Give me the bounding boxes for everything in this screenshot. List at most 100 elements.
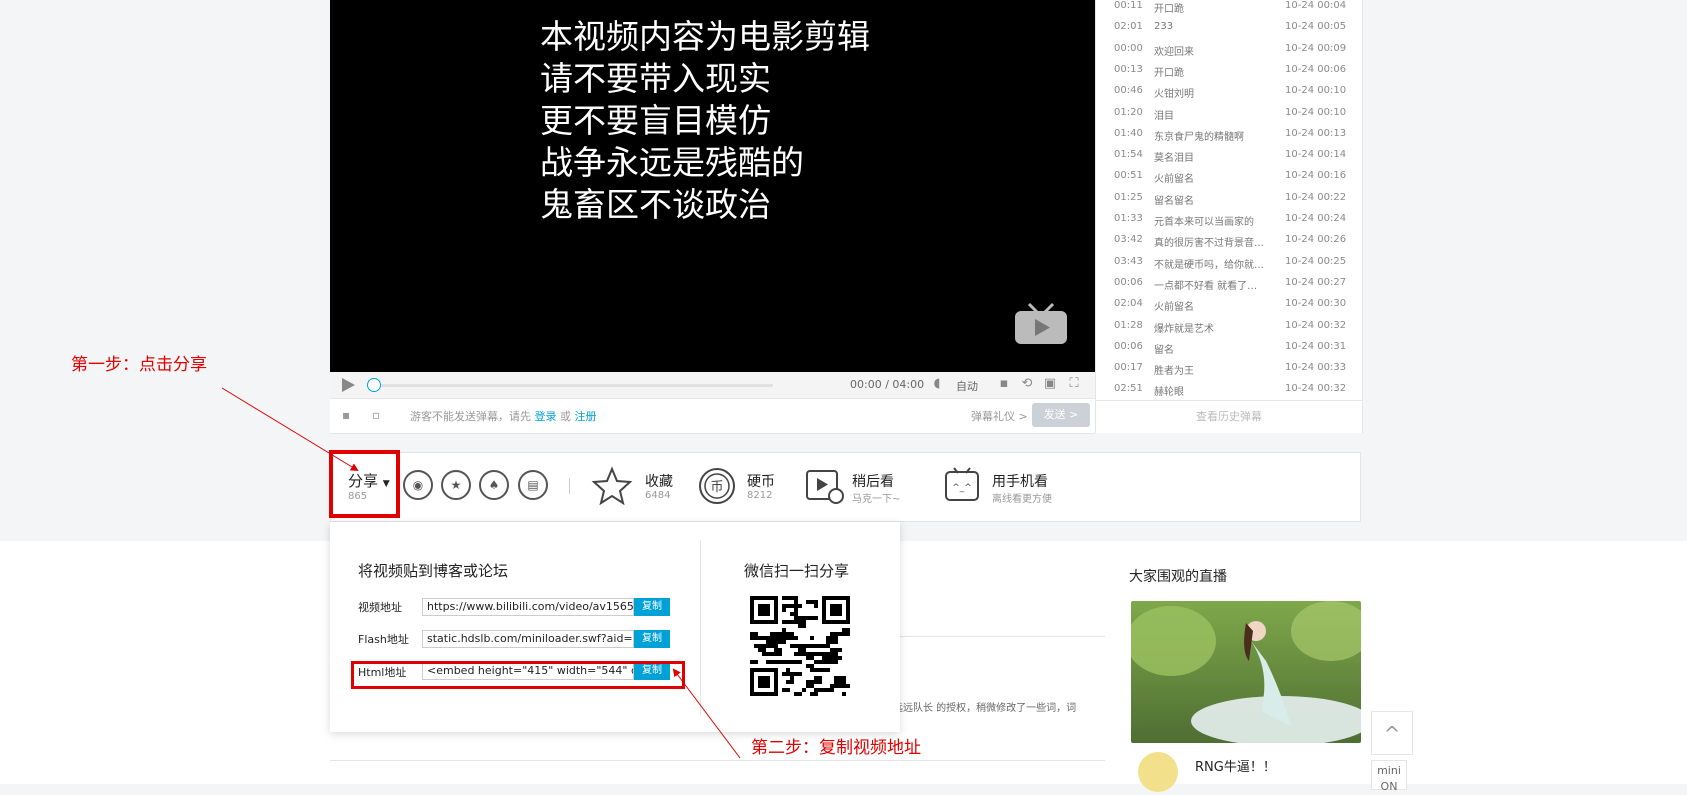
danmaku-row[interactable]: 00:11 开口跪 10-24 00:04 [1096, 0, 1362, 21]
coin-title: 硬币 [747, 474, 775, 490]
danmaku-time: 00:13 [1114, 63, 1143, 75]
qq-icon[interactable]: ♠ [479, 470, 509, 500]
danmaku-content: 东京食尸鬼的精髓啊 [1154, 131, 1244, 143]
toolbar-divider [569, 478, 570, 494]
send-danmaku-button[interactable]: 发送 > [1032, 403, 1090, 427]
danmaku-list[interactable]: 00:11 开口跪 10-24 00:04 02:01 233 10-24 00:05 00… [1095, 0, 1363, 433]
danmaku-settings-icon[interactable]: ▫ [372, 408, 386, 422]
mobile-watch-title: 用手机看 [992, 474, 1048, 490]
danmaku-toggle-icon[interactable]: ▪ [997, 377, 1011, 391]
danmaku-row[interactable]: 00:46 火钳刘明 10-24 00:10 [1096, 85, 1362, 106]
danmaku-content: 火前留名 [1154, 174, 1194, 186]
play-icon[interactable] [340, 377, 356, 393]
mini-player-toggle[interactable]: mini ON [1371, 760, 1407, 793]
login-link[interactable]: 登录 [535, 410, 557, 423]
widescreen-icon[interactable]: ▣ [1043, 377, 1057, 391]
danmaku-date: 10-24 00:26 [1285, 234, 1347, 246]
danmaku-time: 01:20 [1114, 106, 1143, 118]
danmaku-row[interactable]: 02:01 233 10-24 00:05 [1096, 21, 1362, 42]
video-url-field[interactable]: https://www.bilibili.com/video/av156591 [422, 598, 634, 616]
comment-text: 远远队长 的授权，稍微修改了一些词，词 [893, 703, 1077, 714]
fullscreen-icon[interactable]: ⛶ [1067, 377, 1081, 391]
time-display: 00:00 / 04:00 [850, 378, 925, 391]
danmaku-date: 10-24 00:24 [1285, 213, 1347, 224]
danmaku-time: 03:42 [1114, 234, 1143, 246]
danmaku-style-icon[interactable]: ▪ [342, 408, 356, 422]
danmaku-date: 10-24 00:33 [1285, 362, 1347, 374]
qzone-icon[interactable]: ★ [441, 470, 471, 500]
danmaku-content: 胜者为王 [1154, 366, 1194, 378]
danmaku-content: 不就是硬币吗，给你就… [1154, 259, 1264, 271]
danmaku-row[interactable]: 01:28 爆炸就是艺术 10-24 00:32 [1096, 320, 1362, 341]
coin-button[interactable]: 币 硬币 8212 [697, 466, 787, 506]
flash-url-field[interactable]: static.hdslb.com/miniloader.swf?aid=15( [422, 630, 634, 648]
danmaku-history-button[interactable]: 查看历史弹幕 [1096, 400, 1362, 434]
danmaku-date: 10-24 00:09 [1285, 42, 1347, 54]
danmaku-row[interactable]: 00:13 开口跪 10-24 00:06 [1096, 64, 1362, 85]
danmaku-row[interactable]: 00:17 胜者为王 10-24 00:33 [1096, 362, 1362, 383]
danmaku-etiquette-link[interactable]: 弹幕礼仪 > [971, 408, 1028, 424]
danmaku-row[interactable]: 03:42 真的很厉害不过背景音… 10-24 00:26 [1096, 234, 1362, 255]
danmaku-content: 开口跪 [1154, 67, 1184, 79]
volume-icon[interactable]: ◖ [930, 377, 944, 391]
back-to-top-button[interactable]: ^ [1371, 711, 1413, 755]
danmaku-date: 10-24 00:10 [1285, 106, 1347, 118]
danmaku-time: 03:43 [1114, 255, 1143, 267]
danmaku-content: 元首本来可以当画家的 [1154, 217, 1254, 228]
danmaku-row[interactable]: 00:00 欢迎回来 10-24 00:09 [1096, 43, 1362, 64]
register-link[interactable]: 注册 [575, 410, 597, 423]
danmaku-row[interactable]: 03:43 不就是硬币吗，给你就… 10-24 00:25 [1096, 256, 1362, 277]
mobile-watch-button[interactable]: ^_^ 用手机看 离线看更方便 [940, 466, 1070, 506]
danmaku-row[interactable]: 01:20 泪目 10-24 00:10 [1096, 107, 1362, 128]
danmaku-row[interactable]: 01:25 留名留名 10-24 00:22 [1096, 192, 1362, 213]
danmaku-time: 02:51 [1114, 383, 1143, 395]
watch-later-button[interactable]: 稍后看 马克一下~ [804, 466, 914, 506]
danmaku-time: 00:00 [1114, 42, 1143, 54]
video-screen[interactable]: 本视频内容为电影剪辑 请不要带入现实 更不要盲目模仿 战争永远是残酷的 鬼畜区不… [330, 0, 1095, 372]
danmaku-content: 留名 [1154, 344, 1174, 356]
live-streamer-name[interactable]: RNG牛逼！！ [1195, 756, 1276, 775]
danmaku-row[interactable]: 01:40 东京食尸鬼的精髓啊 10-24 00:13 [1096, 128, 1362, 149]
progress-bar[interactable] [367, 378, 773, 392]
chevron-up-icon: ^ [1383, 722, 1401, 746]
tieba-icon[interactable]: ▤ [518, 470, 548, 500]
danmaku-date: 10-24 00:06 [1285, 63, 1347, 75]
watch-later-icon [806, 470, 844, 504]
danmaku-content: 赫轮眼 [1154, 387, 1184, 399]
danmaku-date: 10-24 00:25 [1285, 255, 1347, 267]
copy-video-url-button[interactable]: 复制 [634, 598, 670, 616]
favorite-button[interactable]: 收藏 6484 [590, 466, 680, 506]
danmaku-time: 02:04 [1114, 298, 1143, 310]
coin-count: 8212 [747, 490, 773, 501]
video-player[interactable]: 本视频内容为电影剪辑 请不要带入现实 更不要盲目模仿 战争永远是残酷的 鬼畜区不… [330, 0, 1095, 434]
danmaku-content: 泪目 [1154, 110, 1174, 122]
danmaku-row[interactable]: 00:51 火前留名 10-24 00:16 [1096, 170, 1362, 191]
annotation-step2: 第二步：复制视频地址 [751, 738, 921, 758]
danmaku-date: 10-24 00:27 [1285, 276, 1347, 288]
quality-auto-button[interactable]: 自动 [956, 378, 978, 394]
danmaku-row[interactable]: 01:33 元首本来可以当画家的 10-24 00:24 [1096, 213, 1362, 234]
danmaku-row[interactable]: 01:54 莫名泪目 10-24 00:14 [1096, 149, 1362, 170]
danmaku-row[interactable]: 00:06 留名 10-24 00:31 [1096, 341, 1362, 362]
coin-icon: 币 [699, 468, 735, 504]
danmaku-row[interactable]: 00:06 一点都不好看 就看了… 10-24 00:27 [1096, 277, 1362, 298]
watch-later-sub: 马克一下~ [852, 494, 901, 505]
flash-url-label: Flash地址 [358, 633, 409, 646]
danmaku-content: 莫名泪目 [1154, 153, 1194, 165]
danmaku-date: 10-24 00:05 [1285, 21, 1347, 33]
wechat-share-title: 微信扫一扫分享 [744, 562, 850, 580]
weibo-icon[interactable]: ◉ [403, 470, 433, 500]
video-line: 本视频内容为电影剪辑 [540, 17, 870, 56]
loop-icon[interactable]: ⟲ [1020, 377, 1034, 391]
danmaku-time: 01:40 [1114, 127, 1143, 139]
svg-text:币: 币 [710, 480, 723, 495]
danmaku-date: 10-24 00:13 [1285, 127, 1347, 139]
video-subtitle-text: 本视频内容为电影剪辑 请不要带入现实 更不要盲目模仿 战争永远是残酷的 鬼畜区不… [540, 16, 870, 226]
danmaku-row[interactable]: 02:04 火前留名 10-24 00:30 [1096, 298, 1362, 319]
avatar[interactable] [1138, 752, 1178, 792]
share-highlight-box [329, 450, 400, 518]
comment-divider [330, 760, 1105, 761]
live-thumbnail[interactable] [1131, 601, 1361, 743]
progress-handle[interactable] [367, 378, 381, 392]
copy-flash-url-button[interactable]: 复制 [634, 630, 670, 648]
